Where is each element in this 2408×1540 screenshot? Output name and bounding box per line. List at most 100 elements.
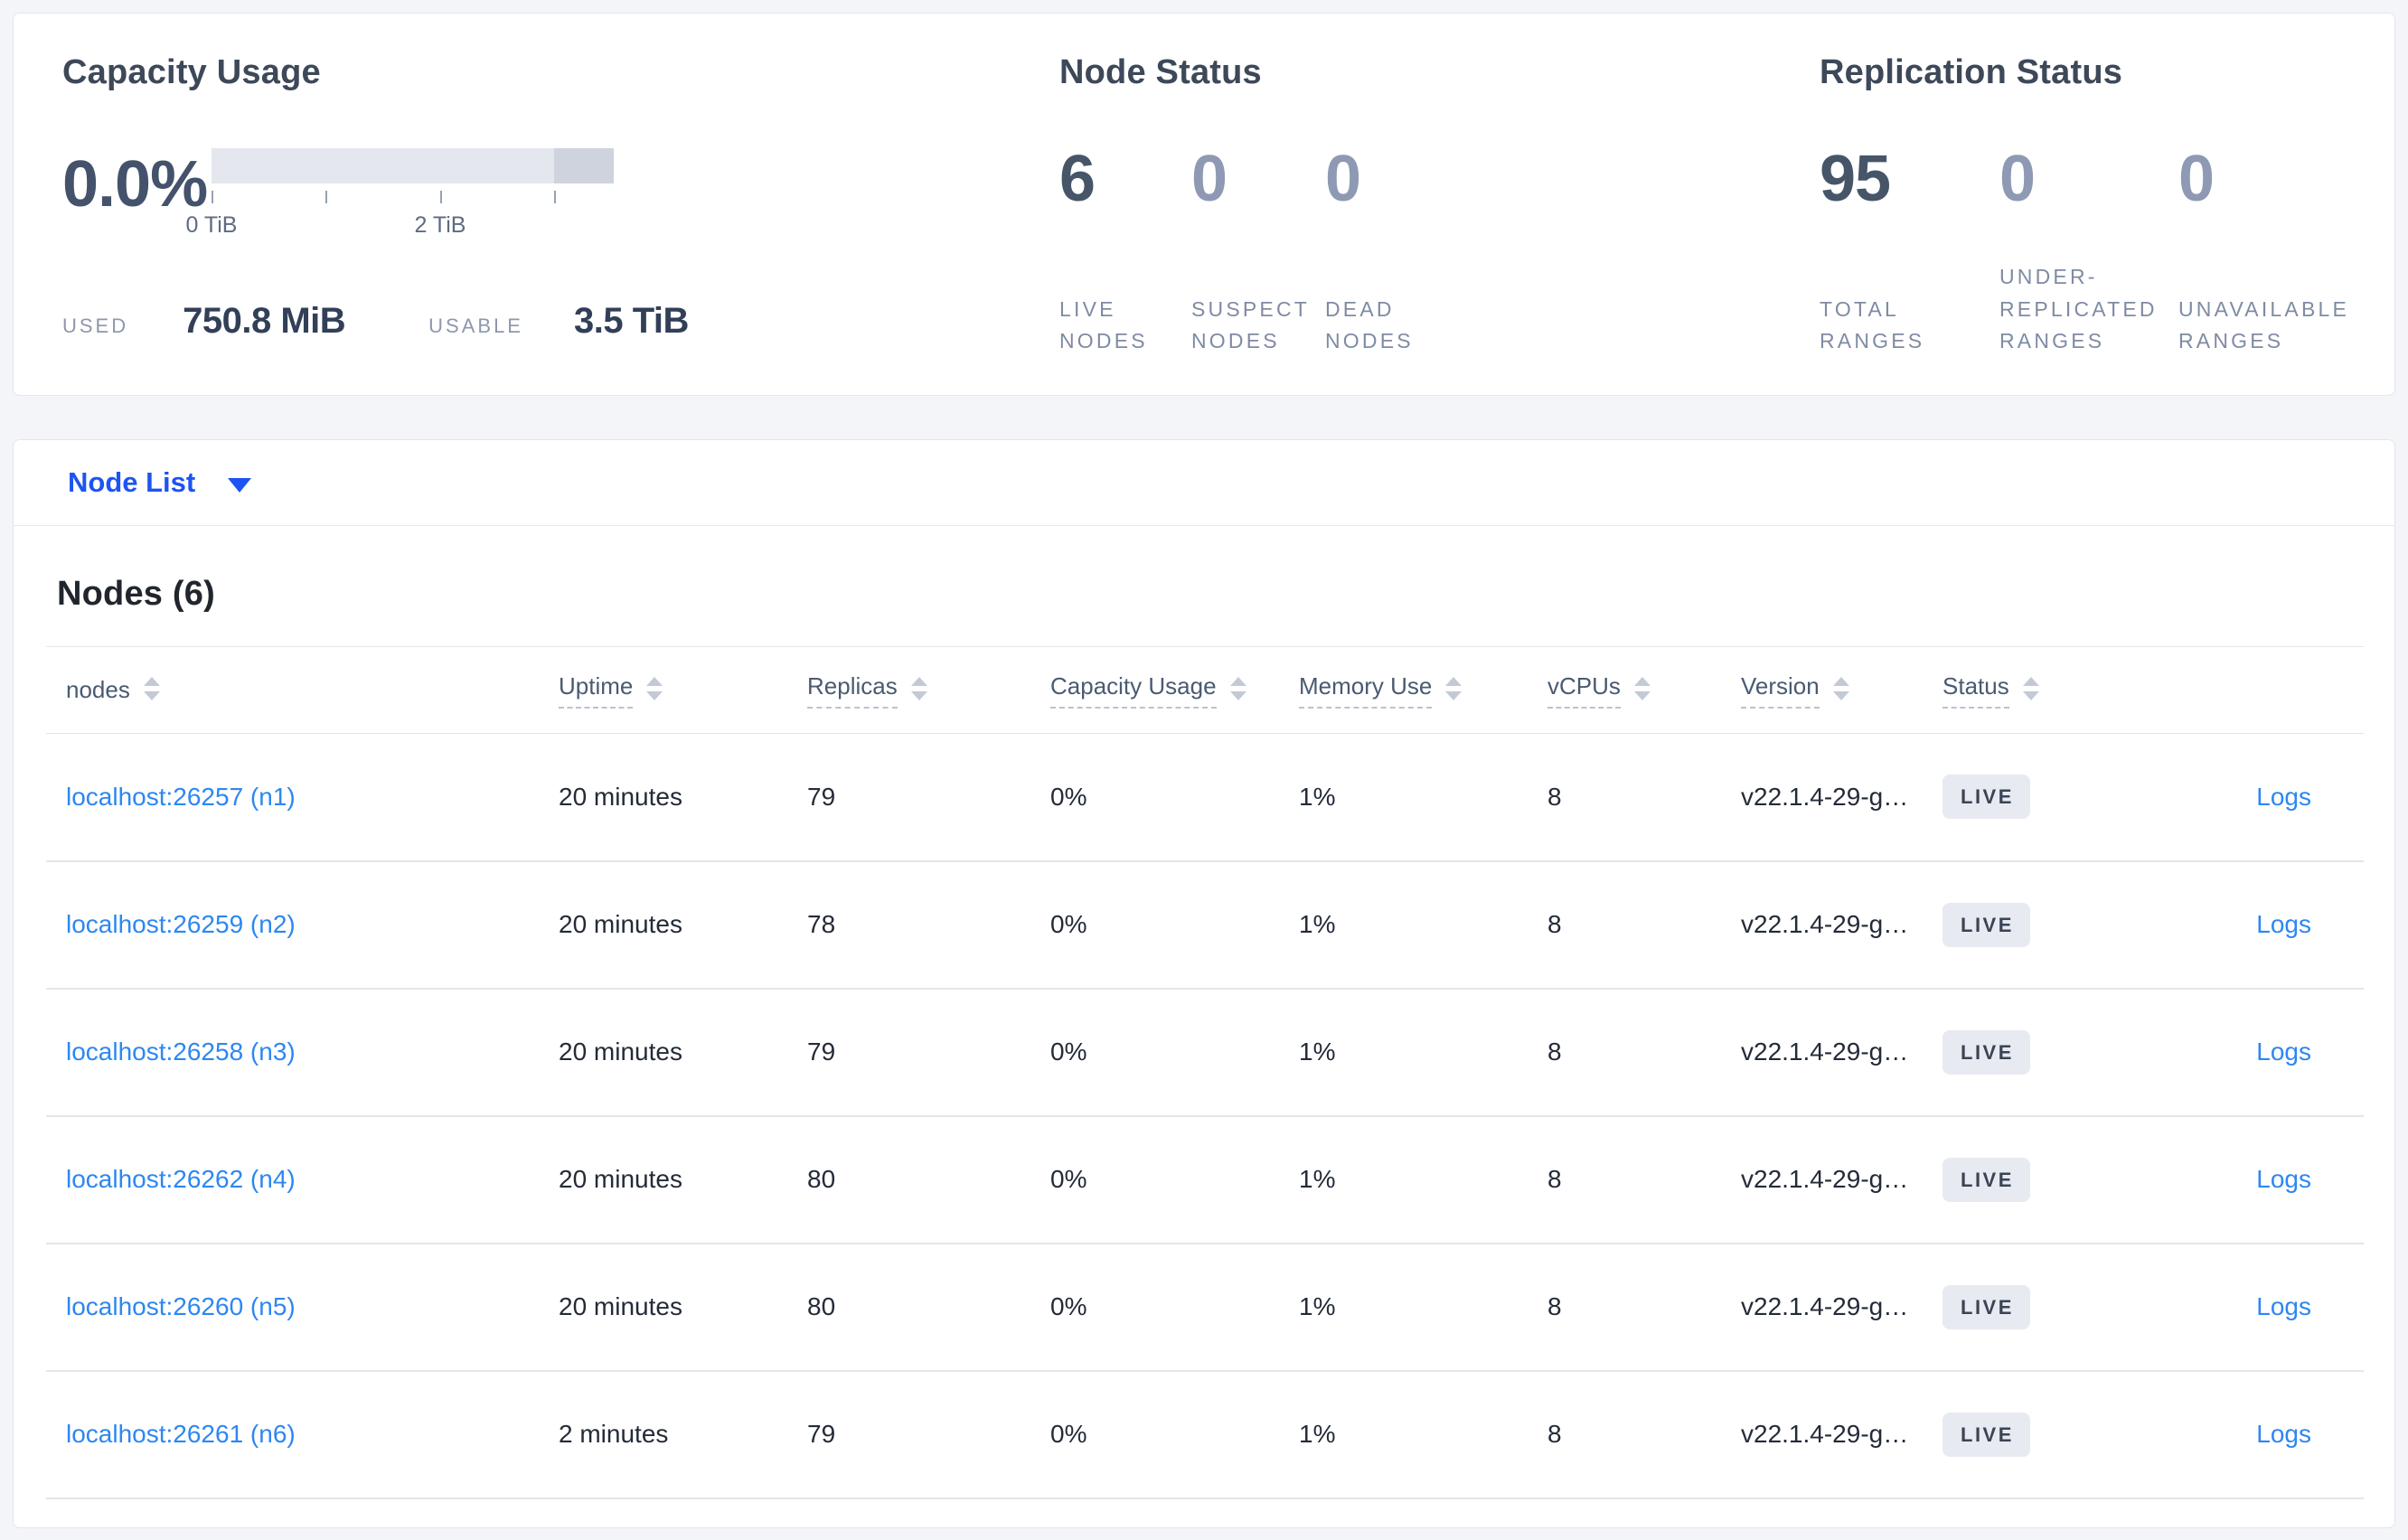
memory-cell: 1% — [1299, 1292, 1336, 1320]
replicas-cell: 79 — [807, 782, 836, 811]
suspect-nodes-label: SUSPECT NODES — [1191, 296, 1310, 353]
uptime-cell: 2 minutes — [559, 1420, 669, 1448]
version-cell: v22.1.4-29-g… — [1741, 1165, 1909, 1193]
table-row: localhost:26260 (n5) 20 minutes 80 0% 1%… — [46, 1244, 2364, 1371]
sort-arrows-icon[interactable] — [2022, 676, 2039, 700]
logs-link[interactable]: Logs — [2256, 1038, 2311, 1066]
capacity-cell: 0% — [1050, 910, 1087, 938]
logs-link[interactable]: Logs — [2256, 910, 2311, 938]
node-link[interactable]: localhost:26260 (n5) — [66, 1292, 296, 1320]
sort-arrows-icon[interactable] — [646, 676, 663, 700]
table-row: localhost:26259 (n2) 20 minutes 78 0% 1%… — [46, 861, 2364, 989]
memory-cell: 1% — [1299, 1420, 1336, 1448]
live-nodes-label: LIVE NODES — [1059, 296, 1148, 353]
unavailable-ranges-value: 0 — [2178, 143, 2215, 215]
under-replicated-value: 0 — [1999, 143, 2036, 215]
table-header-row: nodes Uptime Replicas Capacity Usage Mem… — [46, 646, 2364, 734]
column-header-uptime[interactable]: Uptime — [559, 647, 807, 734]
view-selector-bar: Node List — [14, 440, 2394, 526]
tick-label-2tib: 2 TiB — [414, 212, 466, 238]
vcpus-cell: 8 — [1547, 1292, 1562, 1320]
capacity-cell: 0% — [1050, 1038, 1087, 1066]
live-nodes-value: 6 — [1059, 143, 1096, 215]
column-header-vcpus[interactable]: vCPUs — [1547, 647, 1741, 734]
total-ranges-stat: 95 TOTAL RANGES — [1820, 146, 1999, 358]
node-link[interactable]: localhost:26259 (n2) — [66, 910, 296, 938]
status-badge: LIVE — [1942, 902, 2030, 947]
capacity-metrics: USED 750.8 MiB USABLE 3.5 TiB — [62, 301, 1059, 342]
suspect-nodes-value: 0 — [1191, 143, 1228, 215]
capacity-axis-labels: 0 TiB 2 TiB — [186, 212, 614, 241]
overview-page: Capacity Usage 0.0% 0 TiB 2 TiB USED 750… — [0, 0, 2408, 1540]
node-link[interactable]: localhost:26261 (n6) — [66, 1420, 296, 1448]
usable-value: 3.5 TiB — [573, 301, 689, 341]
sort-arrows-icon[interactable] — [1633, 676, 1651, 700]
status-badge: LIVE — [1942, 775, 2030, 820]
dead-nodes-stat: 0 DEAD NODES — [1325, 146, 1459, 358]
column-header-memory-use[interactable]: Memory Use — [1299, 647, 1547, 734]
column-header-version[interactable]: Version — [1741, 647, 1942, 734]
vcpus-cell: 8 — [1547, 1420, 1562, 1448]
unavailable-ranges-stat: 0 UNAVAILABLE RANGES — [2178, 146, 2357, 358]
total-ranges-value: 95 — [1820, 143, 1891, 215]
uptime-cell: 20 minutes — [559, 1038, 682, 1066]
tick-0tib — [212, 191, 213, 203]
total-ranges-label: TOTAL RANGES — [1820, 296, 1925, 353]
capacity-cell: 0% — [1050, 1420, 1087, 1448]
suspect-nodes-stat: 0 SUSPECT NODES — [1191, 146, 1325, 358]
node-link[interactable]: localhost:26258 (n3) — [66, 1038, 296, 1066]
sort-arrows-icon[interactable] — [1832, 676, 1849, 700]
column-header-status[interactable]: Status — [1942, 647, 2150, 734]
replication-status-section: Replication Status 95 TOTAL RANGES 0 UND… — [1820, 53, 2358, 395]
table-row: localhost:26258 (n3) 20 minutes 79 0% 1%… — [46, 989, 2364, 1116]
node-status-stats: 6 LIVE NODES 0 SUSPECT NODES 0 DEAD NODE… — [1059, 146, 1820, 358]
sort-arrows-icon[interactable] — [1445, 676, 1463, 700]
column-header-replicas[interactable]: Replicas — [807, 647, 1050, 734]
uptime-cell: 20 minutes — [559, 782, 682, 811]
capacity-cell: 0% — [1050, 1165, 1087, 1193]
status-badge: LIVE — [1942, 1412, 2030, 1457]
capacity-bar — [212, 148, 614, 183]
sort-arrows-icon[interactable] — [910, 676, 927, 700]
memory-cell: 1% — [1299, 782, 1336, 811]
version-cell: v22.1.4-29-g… — [1741, 910, 1909, 938]
logs-link[interactable]: Logs — [2256, 783, 2311, 811]
live-nodes-stat: 6 LIVE NODES — [1059, 146, 1191, 358]
node-list-dropdown[interactable]: Node List — [68, 466, 195, 499]
vcpus-cell: 8 — [1547, 1165, 1562, 1193]
replication-status-title: Replication Status — [1820, 53, 2123, 91]
tick-2tib — [440, 191, 442, 203]
replication-stats: 95 TOTAL RANGES 0 UNDER-REPLICATED RANGE… — [1820, 146, 2358, 358]
capacity-usage-section: Capacity Usage 0.0% 0 TiB 2 TiB USED 750… — [50, 53, 1059, 395]
capacity-cell: 0% — [1050, 782, 1087, 811]
usable-label: USABLE — [428, 315, 523, 337]
vcpus-cell: 8 — [1547, 1038, 1562, 1066]
sort-arrows-icon[interactable] — [1229, 676, 1246, 700]
caret-down-icon[interactable] — [228, 478, 252, 493]
status-badge: LIVE — [1942, 1029, 2030, 1075]
vcpus-cell: 8 — [1547, 910, 1562, 938]
version-cell: v22.1.4-29-g… — [1741, 1038, 1909, 1066]
dead-nodes-label: DEAD NODES — [1325, 296, 1414, 353]
replicas-cell: 79 — [807, 1420, 836, 1448]
capacity-usage-title: Capacity Usage — [62, 53, 321, 91]
uptime-cell: 20 minutes — [559, 1292, 682, 1320]
capacity-axis-ticks — [212, 191, 614, 205]
replicas-cell: 80 — [807, 1292, 836, 1320]
capacity-cell: 0% — [1050, 1292, 1087, 1320]
uptime-cell: 20 minutes — [559, 910, 682, 938]
logs-link[interactable]: Logs — [2256, 1292, 2311, 1320]
memory-cell: 1% — [1299, 1165, 1336, 1193]
tick-3tib — [554, 191, 556, 203]
logs-link[interactable]: Logs — [2256, 1420, 2311, 1448]
capacity-gauge: 0.0% 0 TiB 2 TiB — [62, 141, 1059, 241]
logs-link[interactable]: Logs — [2256, 1165, 2311, 1193]
used-value: 750.8 MiB — [183, 301, 346, 341]
status-badge: LIVE — [1942, 1157, 2030, 1202]
column-header-nodes[interactable]: nodes — [46, 647, 559, 734]
column-header-capacity-usage[interactable]: Capacity Usage — [1050, 647, 1299, 734]
sort-arrows-icon[interactable] — [143, 676, 160, 700]
under-replicated-label: UNDER-REPLICATED RANGES — [1999, 265, 2158, 353]
node-link[interactable]: localhost:26262 (n4) — [66, 1165, 296, 1193]
node-link[interactable]: localhost:26257 (n1) — [66, 783, 296, 811]
